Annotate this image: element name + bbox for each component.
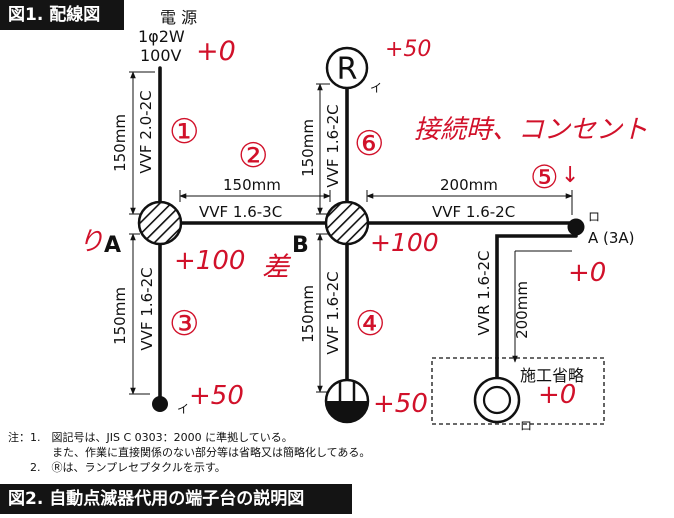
outlet-terminal-dot	[567, 218, 585, 236]
label-ro-top: ロ	[588, 210, 600, 224]
dim-lower-mid: 150mm	[299, 285, 317, 343]
label-i-bottom: イ	[177, 402, 189, 416]
cable-b-outlet: VVF 1.6-2C	[432, 203, 515, 221]
annotation-sa: 差	[262, 252, 292, 283]
source-spec-voltage: 100V	[140, 46, 182, 65]
receptacle-label: R	[337, 52, 358, 87]
annotation-number-2: ②	[238, 136, 268, 176]
cable-b-receptacle: VVF 1.6-2C	[324, 104, 342, 187]
annotation-number-5: ⑤	[530, 158, 559, 196]
annotation-number-4: ④	[355, 304, 385, 344]
annotation-outlet-plus: +0	[568, 258, 606, 288]
label-outlet: A (3A)	[588, 229, 635, 247]
annotation-omit-plus: +0	[538, 380, 576, 410]
annotation-a-plus: +100	[174, 246, 245, 276]
dim-upper-left: 150mm	[111, 114, 129, 172]
label-ro-bottom: ロ	[520, 419, 532, 433]
ceiling-lamp-symbol	[324, 378, 370, 424]
annotation-number-6: ⑥	[354, 124, 384, 164]
annotation-b-plus: +100	[370, 228, 439, 257]
joint-box-b	[324, 200, 370, 246]
annotation-lamp-b-plus: +50	[373, 389, 428, 419]
annotation-number-3: ③	[169, 304, 199, 344]
cable-source: VVF 2.0-2C	[137, 90, 155, 173]
dim-top-right: 200mm	[440, 176, 498, 194]
cable-b-down: VVF 1.6-2C	[324, 271, 342, 354]
annotation-source-plus: +0	[196, 36, 236, 67]
source-spec-phase: 1φ2W	[138, 27, 185, 46]
lamp-a-terminal-dot	[152, 396, 168, 412]
source-name: 電 源	[160, 8, 197, 27]
dim-lower-right: 200mm	[513, 281, 531, 339]
annotation-ri: り	[78, 227, 104, 257]
diagram-notes: 注：1. 図記号は、JIS C 0303：2000 に準拠している。 また、作業…	[8, 430, 370, 475]
cable-outlet-down: VVR 1.6-2C	[475, 251, 493, 336]
dim-top-mid: 150mm	[223, 176, 281, 194]
wire-outlet-omitted	[495, 234, 578, 380]
annotation-arrow-5: ↓	[561, 163, 579, 188]
dim-upper-mid: 150mm	[299, 119, 317, 177]
annotation-number-1: ①	[169, 112, 199, 152]
note-line: 注：1. 図記号は、JIS C 0303：2000 に準拠している。	[8, 431, 293, 444]
wiring-diagram: R 電 源 1φ2W 100V A B 150mm 200mm VVF 1.6-…	[78, 8, 648, 433]
label-i-top: イ	[370, 81, 382, 95]
cable-a-b: VVF 1.6-3C	[199, 203, 282, 221]
note-line: 2. Ⓡは、ランプレセプタクルを示す。	[8, 461, 226, 474]
joint-box-a	[137, 200, 183, 246]
annotation-lamp-a-plus: +50	[189, 381, 244, 411]
annotation-outlet-header: 接続時、コンセント	[414, 115, 648, 145]
cable-a-down: VVF 1.6-2C	[138, 267, 156, 350]
box-b-label: B	[292, 233, 309, 258]
dim-lower-left: 150mm	[111, 287, 129, 345]
annotation-receptacle-plus: +50	[385, 37, 431, 62]
note-line: また、作業に直接関係のない部分等は省略又は簡略化してある。	[8, 446, 371, 459]
omitted-outlet-symbol	[473, 376, 521, 424]
figure2-title: 図2. 自動点滅器代用の端子台の説明図	[0, 484, 352, 514]
box-a-label: A	[104, 233, 121, 258]
